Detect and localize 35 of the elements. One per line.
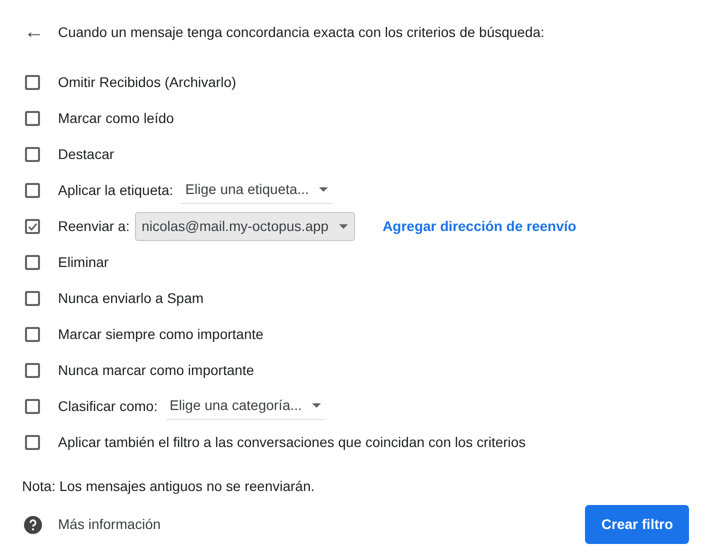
option-label: Aplicar también el filtro a las conversaciones que coincidan con los criterios [58, 432, 526, 452]
checkbox[interactable] [25, 74, 40, 90]
checkbox[interactable] [25, 290, 40, 306]
option-label: Eliminar [58, 252, 109, 272]
note-text: Nota: Los mensajes antiguos no se reenviarán. [22, 477, 316, 496]
option-label: Nunca marcar como importante [58, 360, 254, 380]
option-label: Aplicar la etiqueta: [58, 180, 174, 200]
criteria-heading: Cuando un mensaje tenga concordancia exacta con los criterios de búsqueda: [58, 22, 544, 42]
checkbox[interactable] [25, 110, 40, 126]
checkbox[interactable] [25, 434, 40, 450]
caret-icon [312, 402, 321, 408]
dropdown[interactable]: Elige una categoría... [166, 392, 325, 420]
option-label: Marcar siempre como importante [58, 324, 264, 344]
option-label: Reenviar a: [58, 216, 130, 236]
option-label: Omitir Recibidos (Archivarlo) [58, 72, 236, 92]
dropdown[interactable]: Elige una etiqueta... [181, 176, 332, 204]
back-icon[interactable]: ← [24, 22, 44, 42]
option-label: Clasificar como: [58, 396, 158, 416]
address-dropdown[interactable]: nicolas@mail.my-octopus.app [134, 212, 355, 240]
checkbox[interactable] [25, 218, 40, 234]
option-label: Nunca enviarlo a Spam [58, 288, 204, 308]
caret-icon [338, 224, 348, 228]
checkbox[interactable] [25, 326, 40, 342]
checkbox[interactable] [25, 254, 40, 270]
checkbox[interactable] [25, 398, 40, 414]
option-label: Destacar [58, 144, 114, 164]
checkbox[interactable] [25, 146, 40, 162]
option-label: Marcar como leído [58, 108, 174, 128]
checkbox[interactable] [25, 362, 40, 378]
create-filter-button[interactable]: Crear filtro [585, 505, 689, 544]
add-forwarding-address-link[interactable]: Agregar dirección de reenvío [382, 216, 576, 236]
caret-icon [318, 186, 328, 192]
checkbox[interactable] [25, 182, 40, 198]
more-info-link[interactable]: Más información [58, 514, 161, 535]
help-icon[interactable] [24, 516, 42, 534]
